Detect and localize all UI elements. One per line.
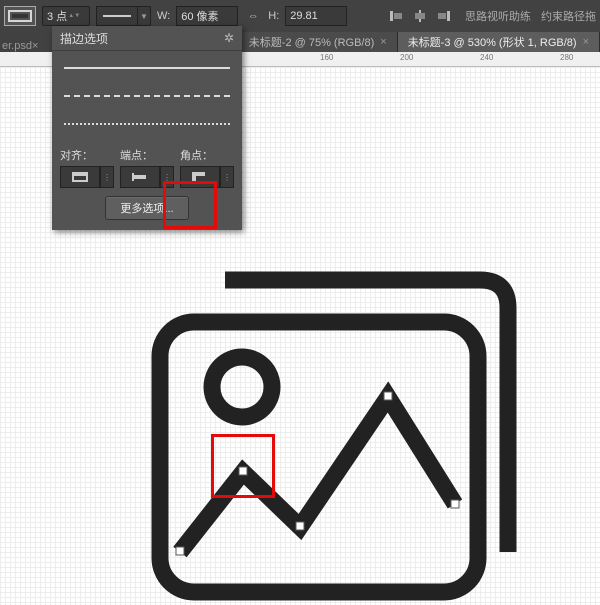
stroke-style-dropdown[interactable]: ▼	[96, 6, 151, 26]
stroke-presets	[52, 51, 242, 141]
tab-document-2[interactable]: 未标题-2 @ 75% (RGB/8)×	[239, 32, 398, 52]
toolbar-extra-text: 思路视听助练	[465, 8, 531, 24]
width-label: W:	[157, 10, 170, 22]
stroke-corners-dropdown[interactable]	[180, 166, 220, 188]
shape-tool-icon[interactable]	[4, 6, 36, 26]
width-input[interactable]: 60 像素	[176, 6, 238, 26]
stepper-icon[interactable]: ▲▼	[69, 14, 79, 19]
toolbar-path-text: 约束路径拖	[541, 8, 596, 24]
close-icon[interactable]: ×	[32, 40, 38, 52]
close-icon[interactable]: ×	[583, 36, 589, 48]
stroke-align-dropdown[interactable]	[60, 166, 100, 188]
align-center-icon[interactable]	[411, 7, 429, 25]
link-dimensions-icon[interactable]: ⇔	[244, 7, 262, 25]
panel-title: 描边选项	[60, 30, 108, 47]
stroke-options-panel: 描边选项 ✲ 对齐： ⋮ 端点：	[52, 26, 242, 230]
chevron-down-icon: ▼	[138, 6, 151, 26]
stroke-width-value: 3 点	[47, 8, 67, 24]
chevron-down-icon[interactable]: ⋮	[220, 166, 234, 188]
chevron-down-icon[interactable]: ⋮	[100, 166, 114, 188]
close-icon[interactable]: ×	[380, 36, 386, 48]
align-right-icon[interactable]	[435, 7, 453, 25]
stroke-preset-dotted[interactable]	[64, 117, 230, 131]
align-label: 对齐：	[60, 147, 114, 163]
gear-icon[interactable]: ✲	[224, 31, 234, 45]
stroke-preset-dashed[interactable]	[64, 89, 230, 103]
chevron-down-icon[interactable]: ⋮	[160, 166, 174, 188]
stroke-caps-dropdown[interactable]	[120, 166, 160, 188]
height-input[interactable]: 29.81	[285, 6, 347, 26]
corners-label: 角点：	[180, 147, 234, 163]
tab-cutoff[interactable]: er.psd×	[0, 40, 42, 52]
more-options-button[interactable]: 更多选项...	[105, 196, 188, 220]
align-left-icon[interactable]	[387, 7, 405, 25]
stroke-preset-solid[interactable]	[64, 61, 230, 75]
stroke-width-input[interactable]: 3 点 ▲▼	[42, 6, 90, 26]
caps-label: 端点：	[120, 147, 174, 163]
tab-document-3[interactable]: 未标题-3 @ 530% (形状 1, RGB/8)×	[398, 32, 600, 52]
height-label: H:	[268, 10, 279, 22]
